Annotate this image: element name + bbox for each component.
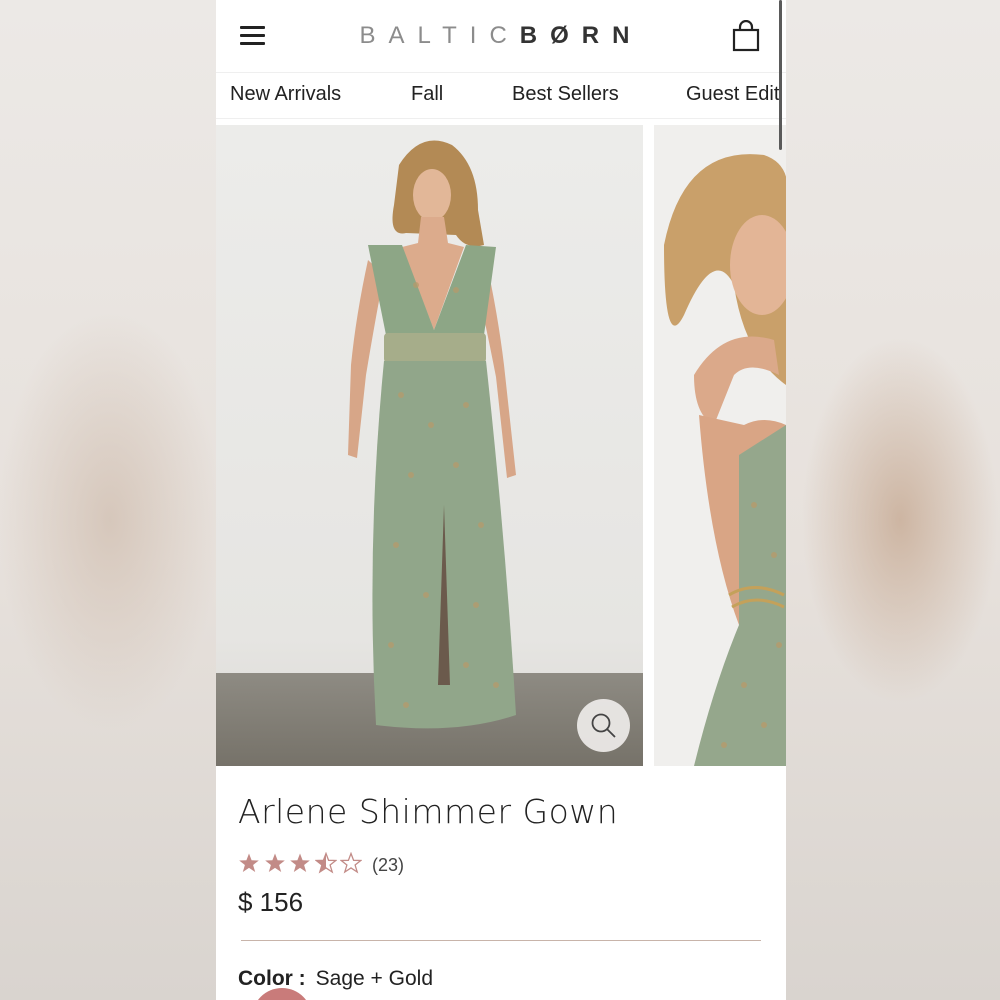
review-count[interactable]: (23) [372, 855, 404, 876]
product-image-main[interactable] [216, 125, 643, 766]
star-icon-full [289, 852, 311, 874]
star-icon-full [238, 852, 260, 874]
site-header: BALTICBØRN [216, 0, 786, 72]
color-selector-label: Color : Sage + Gold [238, 967, 433, 991]
nav-divider [216, 118, 786, 119]
product-image-secondary[interactable] [654, 125, 786, 766]
info-divider [241, 940, 761, 941]
nav-guest-edit[interactable]: Guest Edit [686, 83, 779, 106]
nav-new-arrivals[interactable]: New Arrivals [230, 83, 341, 106]
star-icon-empty [339, 851, 363, 874]
product-title: Arlene Shimmer Gown [238, 792, 619, 831]
brand-logo-light: BALTIC [359, 22, 520, 49]
model-figure [348, 140, 516, 729]
star-icon-half [313, 851, 338, 874]
product-price: $ 156 [238, 887, 304, 917]
nav-best-sellers[interactable]: Best Sellers [512, 83, 619, 106]
brand-logo[interactable]: BALTICBØRN [216, 22, 786, 50]
product-page: BALTICBØRN New Arrivals Fall Best Seller… [216, 0, 786, 1000]
star-icon-full [264, 852, 286, 874]
color-value: Sage + Gold [315, 967, 433, 990]
model-closeup [664, 154, 786, 766]
brand-logo-dark: BØRN [519, 22, 643, 49]
shopping-bag-icon[interactable] [731, 19, 761, 52]
nav-fall[interactable]: Fall [411, 83, 443, 106]
color-label: Color : [238, 967, 306, 990]
scrollbar[interactable] [779, 0, 782, 150]
zoom-button[interactable] [577, 699, 630, 752]
category-nav: New Arrivals Fall Best Sellers Guest Edi… [216, 73, 786, 117]
magnifier-icon [591, 713, 616, 738]
